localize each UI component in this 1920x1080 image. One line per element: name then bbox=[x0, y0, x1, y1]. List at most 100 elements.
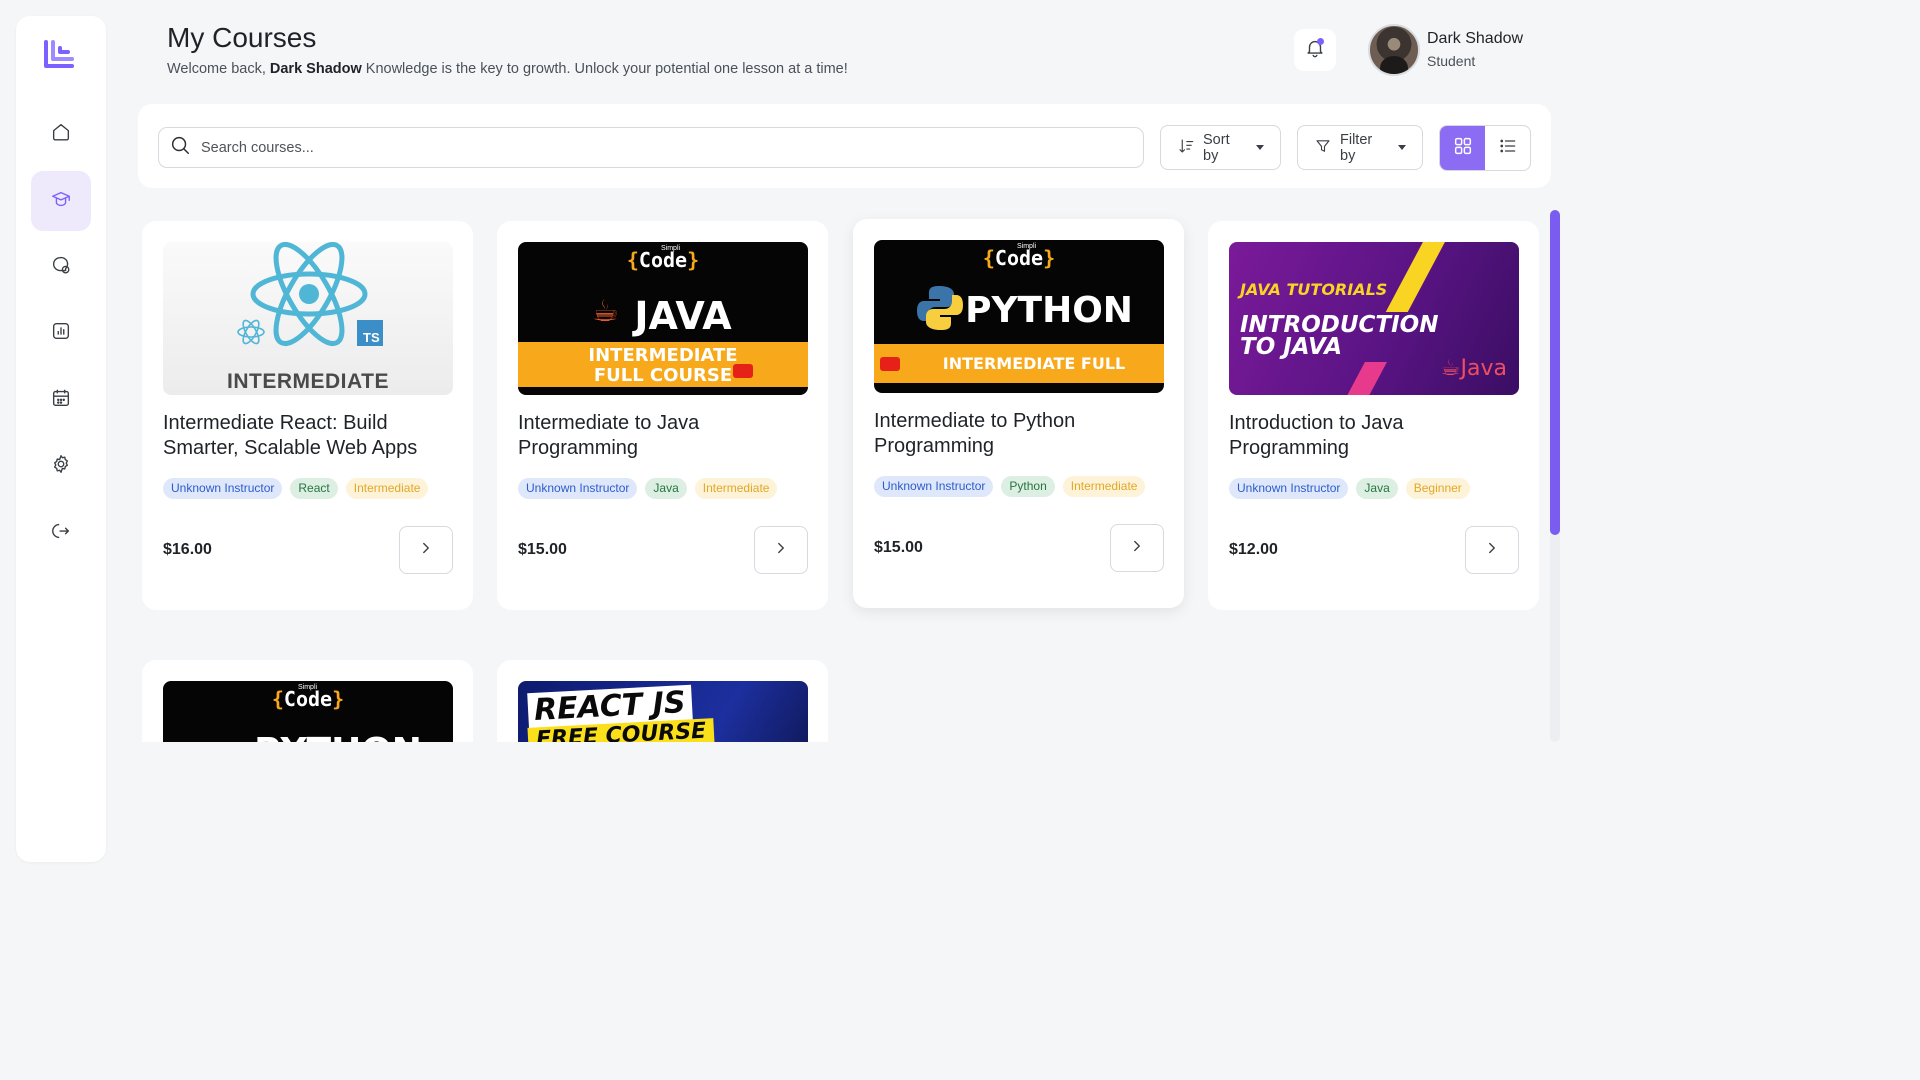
chevron-right-icon bbox=[417, 539, 435, 562]
sort-button[interactable]: Sort by bbox=[1160, 125, 1281, 170]
course-tags: Unknown Instructor Java Intermediate bbox=[518, 478, 778, 499]
logout-icon bbox=[50, 520, 72, 547]
decor-stripe bbox=[1333, 362, 1387, 395]
level-tag: Beginner bbox=[1405, 478, 1470, 499]
thumbnail-title: INTRODUCTION TO JAVA bbox=[1240, 312, 1439, 360]
home-icon bbox=[50, 121, 72, 148]
filter-icon bbox=[1314, 137, 1332, 159]
thumbnail-title: PYTHON bbox=[163, 731, 453, 742]
course-card[interactable]: {Code} Simpli PYTHON INTERMEDIATE FULL C… bbox=[853, 219, 1184, 608]
chevron-right-icon bbox=[772, 539, 790, 562]
grid-icon bbox=[1452, 135, 1474, 162]
scrollbar-thumb[interactable] bbox=[1550, 210, 1560, 535]
gear-icon bbox=[50, 453, 72, 480]
topic-tag: React bbox=[290, 478, 338, 499]
course-price: $15.00 bbox=[874, 539, 923, 556]
course-title: Introduction to Java Programming bbox=[1229, 412, 1404, 459]
sidebar-item-calendar[interactable] bbox=[31, 370, 91, 430]
graduation-cap-icon bbox=[50, 188, 72, 215]
welcome-message: Welcome back, Dark Shadow Knowledge is t… bbox=[167, 61, 848, 77]
course-card[interactable]: {Code} Simpli PYTHON bbox=[142, 660, 473, 742]
instructor-tag: Unknown Instructor bbox=[163, 478, 283, 499]
open-course-button[interactable] bbox=[1110, 524, 1164, 572]
grid-view-button[interactable] bbox=[1440, 126, 1485, 170]
sidebar bbox=[16, 16, 106, 862]
search-input[interactable] bbox=[201, 139, 1101, 156]
open-course-button[interactable] bbox=[1465, 526, 1519, 574]
user-role: Student bbox=[1427, 53, 1476, 69]
course-thumbnail: {Code} Simpli PYTHON bbox=[163, 681, 453, 742]
calendar-icon bbox=[50, 387, 72, 414]
list-view-button[interactable] bbox=[1485, 126, 1530, 170]
instructor-tag: Unknown Instructor bbox=[874, 476, 994, 497]
course-tags: Unknown Instructor Java Beginner bbox=[1229, 478, 1470, 499]
course-title: Intermediate to Java Programming bbox=[518, 412, 700, 459]
youtube-icon bbox=[733, 364, 753, 378]
notifications-button[interactable] bbox=[1294, 29, 1336, 71]
course-thumbnail: {Code} Simpli PYTHON INTERMEDIATE FULL C… bbox=[874, 240, 1164, 393]
chat-icon bbox=[50, 254, 72, 281]
java-cup-icon: ☕ bbox=[1440, 356, 1461, 381]
ts-badge: TS bbox=[363, 330, 380, 345]
level-tag: Intermediate bbox=[1062, 476, 1146, 497]
course-thumbnail: TS INTERMEDIATE bbox=[163, 242, 453, 395]
filter-label: Filter by bbox=[1340, 131, 1373, 164]
chart-icon bbox=[50, 320, 72, 347]
course-tags: Unknown Instructor React Intermediate bbox=[163, 478, 429, 499]
sidebar-item-home[interactable] bbox=[31, 104, 91, 164]
brand-superscript: Simpli bbox=[661, 245, 681, 252]
course-price: $16.00 bbox=[163, 541, 212, 558]
filter-button[interactable]: Filter by bbox=[1297, 125, 1423, 170]
course-card[interactable]: TS INTERMEDIATE Intermediate React: Buil… bbox=[142, 221, 473, 610]
avatar[interactable] bbox=[1368, 24, 1420, 76]
course-card[interactable]: JAVA TUTORIALS INTRODUCTION TO JAVA ☕Java… bbox=[1208, 221, 1539, 610]
thumbnail-kicker: JAVA TUTORIALS bbox=[1240, 280, 1388, 299]
thumbnail-title: PYTHON bbox=[965, 290, 1133, 331]
sort-label: Sort by bbox=[1203, 131, 1230, 164]
learning-logo-icon[interactable] bbox=[40, 36, 78, 74]
thumbnail-caption: INTERMEDIATE bbox=[227, 370, 389, 393]
course-grid: TS INTERMEDIATE Intermediate React: Buil… bbox=[120, 205, 1550, 742]
course-title: Intermediate to Python Programming bbox=[874, 410, 1076, 457]
thumbnail-band: INTERMEDIATE FULL COURSE bbox=[518, 342, 808, 387]
java-logo: ☕Java bbox=[1440, 356, 1507, 381]
course-thumbnail: REACT JS FREE COURSE bbox=[518, 681, 808, 742]
chevron-right-icon bbox=[1128, 537, 1146, 560]
course-toolbar: Sort by Filter by bbox=[138, 104, 1551, 188]
level-tag: Intermediate bbox=[345, 478, 429, 499]
sidebar-item-my-courses[interactable] bbox=[31, 171, 91, 231]
thumbnail-title: JAVA bbox=[634, 294, 732, 338]
course-card[interactable]: {Code} Simpli ☕ JAVA INTERMEDIATE FULL C… bbox=[497, 221, 828, 610]
instructor-tag: Unknown Instructor bbox=[1229, 478, 1349, 499]
open-course-button[interactable] bbox=[399, 526, 453, 574]
thumbnail-band: INTERMEDIATE FULL COURSE bbox=[874, 344, 1164, 383]
open-course-button[interactable] bbox=[754, 526, 808, 574]
sort-icon bbox=[1177, 137, 1195, 159]
brand-superscript: Simpli bbox=[298, 684, 318, 691]
chevron-right-icon bbox=[1483, 539, 1501, 562]
search-box[interactable] bbox=[158, 127, 1144, 168]
list-icon bbox=[1498, 136, 1518, 161]
instructor-tag: Unknown Instructor bbox=[518, 478, 638, 499]
course-title: Intermediate React: Build Smarter, Scala… bbox=[163, 412, 418, 459]
topic-tag: Java bbox=[645, 478, 687, 499]
sidebar-item-discussions[interactable] bbox=[31, 237, 91, 297]
view-toggle bbox=[1439, 125, 1531, 171]
course-price: $15.00 bbox=[518, 541, 567, 558]
course-card[interactable]: REACT JS FREE COURSE bbox=[497, 660, 828, 742]
sidebar-item-logout[interactable] bbox=[31, 503, 91, 563]
sidebar-item-settings[interactable] bbox=[31, 436, 91, 496]
page-title: My Courses bbox=[167, 22, 317, 53]
chevron-down-icon bbox=[1256, 145, 1264, 150]
youtube-icon bbox=[880, 357, 900, 371]
topic-tag: Python bbox=[1001, 476, 1055, 497]
course-price: $12.00 bbox=[1229, 541, 1278, 558]
sidebar-item-reports[interactable] bbox=[31, 303, 91, 363]
level-tag: Intermediate bbox=[694, 478, 778, 499]
topic-tag: Java bbox=[1356, 478, 1398, 499]
decor-stripe bbox=[1385, 242, 1451, 312]
course-tags: Unknown Instructor Python Intermediate bbox=[874, 476, 1146, 497]
course-thumbnail: JAVA TUTORIALS INTRODUCTION TO JAVA ☕Java bbox=[1229, 242, 1519, 395]
notification-dot bbox=[1317, 38, 1324, 45]
welcome-user-name: Dark Shadow bbox=[269, 61, 362, 77]
